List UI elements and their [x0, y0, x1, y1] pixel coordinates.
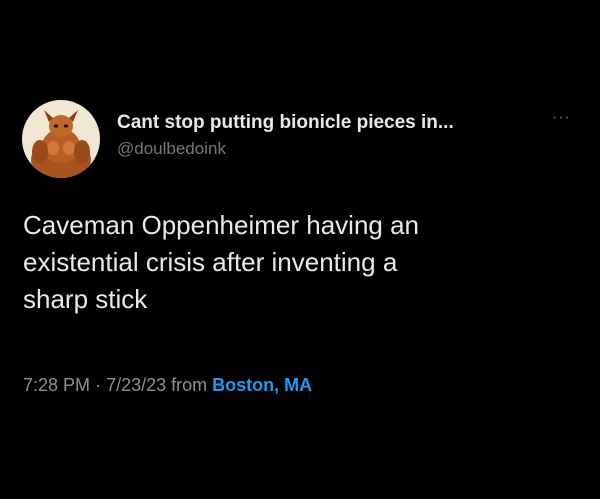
tweet-location-link[interactable]: Boston, MA	[212, 375, 312, 395]
tweet-date: 7/23/23	[106, 375, 167, 395]
tweet-text-line: Caveman Oppenheimer having an	[23, 210, 420, 240]
tweet-time: 7:28 PM	[23, 375, 91, 395]
author-handle[interactable]: @doulbedoink	[117, 139, 226, 159]
tweet-card: Cant stop putting bionicle pieces in... …	[0, 0, 600, 499]
tweet-metadata: 7:28 PM · 7/23/23 from Boston, MA	[23, 375, 312, 396]
tweet-text-line: existential crisis after inventing a	[23, 247, 398, 277]
profile-avatar[interactable]	[22, 100, 100, 178]
avatar-image	[22, 100, 100, 178]
meta-separator: ·	[95, 375, 102, 395]
author-display-name[interactable]: Cant stop putting bionicle pieces in...	[117, 112, 454, 134]
tweet-text: Caveman Oppenheimer having an existentia…	[23, 207, 563, 318]
more-horizontal-icon[interactable]: ···	[552, 110, 571, 126]
tweet-text-line: sharp stick	[23, 284, 148, 314]
from-label: from	[171, 375, 208, 395]
